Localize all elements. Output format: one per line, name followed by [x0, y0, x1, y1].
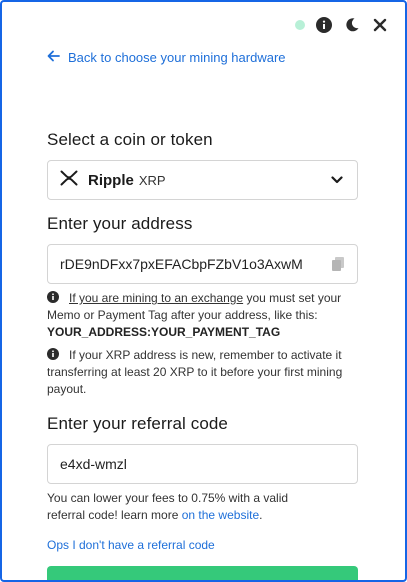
address-input[interactable] — [47, 244, 358, 284]
arrow-left-icon — [47, 50, 60, 65]
referral-section-title: Enter your referral code — [47, 414, 228, 433]
xrp-logo-icon — [60, 170, 78, 191]
exchange-mining-link[interactable]: If you are mining to an exchange — [69, 291, 243, 305]
copy-icon[interactable] — [330, 256, 346, 272]
payment-tag-format: YOUR_ADDRESS:YOUR_PAYMENT_TAG — [47, 325, 281, 339]
referral-hint-suffix: . — [259, 508, 263, 522]
chevron-down-icon — [329, 172, 345, 188]
coin-name: Ripple — [88, 171, 134, 189]
info-circle-icon — [47, 348, 59, 360]
top-toolbar — [295, 16, 389, 34]
referral-hint: You can lower your fees to 0.75% with a … — [47, 490, 307, 524]
continue-button[interactable] — [47, 566, 358, 580]
back-link[interactable]: Back to choose your mining hardware — [47, 50, 286, 65]
coin-select[interactable]: Ripple XRP — [47, 160, 358, 200]
no-referral-code-link[interactable]: Ops I don't have a referral code — [47, 538, 215, 552]
close-icon[interactable] — [371, 16, 389, 34]
app-window: Back to choose your mining hardware Sele… — [0, 0, 407, 582]
address-section-title: Enter your address — [47, 214, 193, 233]
info-circle-icon — [47, 291, 59, 303]
status-dot — [295, 20, 305, 30]
info-icon[interactable] — [315, 16, 333, 34]
referral-code-input[interactable] — [47, 444, 358, 484]
moon-icon[interactable] — [343, 16, 361, 34]
activation-note: If your XRP address is new, remember to … — [47, 347, 365, 398]
back-link-label: Back to choose your mining hardware — [68, 50, 286, 65]
website-link[interactable]: on the website — [182, 508, 259, 522]
exchange-memo-note: If you are mining to an exchange you mus… — [47, 290, 365, 341]
activation-note-text: If your XRP address is new, remember to … — [47, 348, 343, 396]
coin-section-title: Select a coin or token — [47, 130, 213, 149]
coin-ticker: XRP — [138, 172, 166, 188]
